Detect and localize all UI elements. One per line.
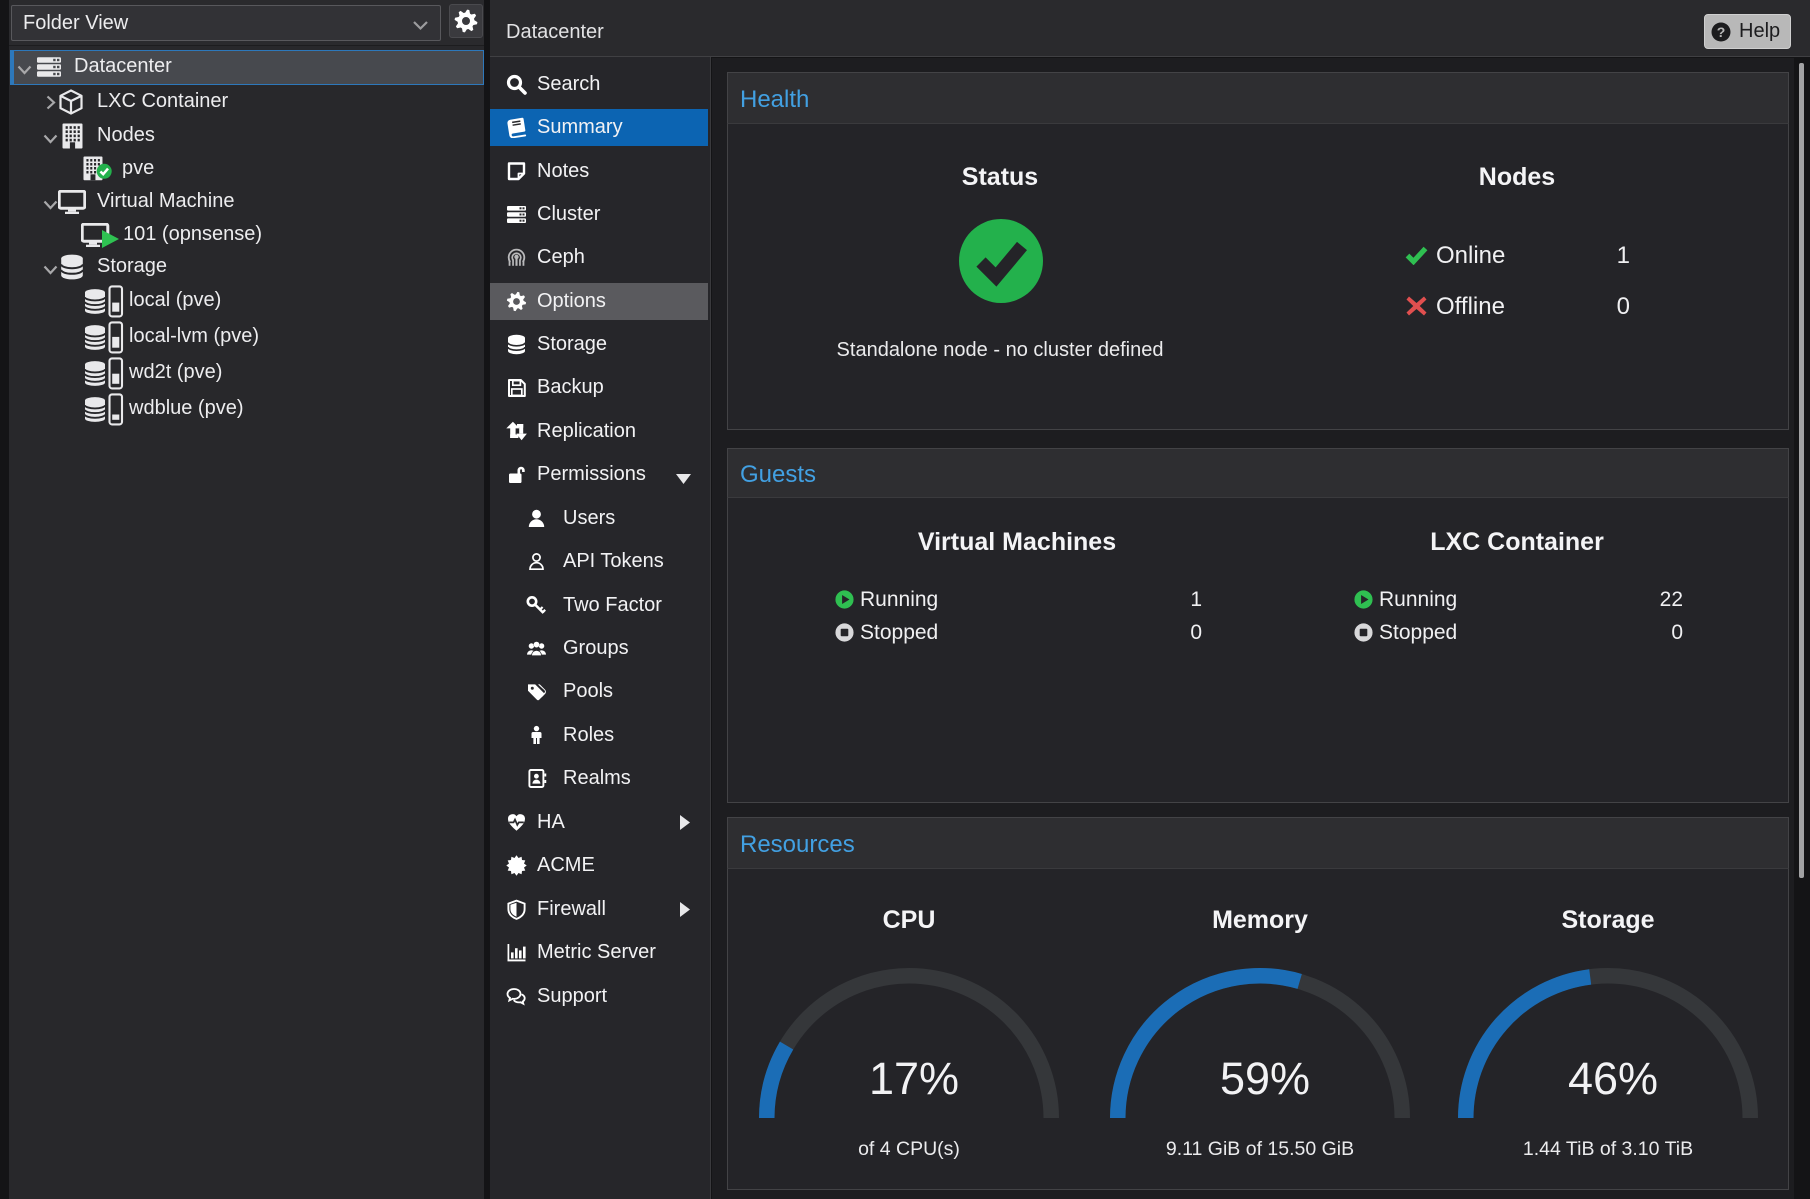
svg-text:?: ? [1717, 24, 1726, 40]
